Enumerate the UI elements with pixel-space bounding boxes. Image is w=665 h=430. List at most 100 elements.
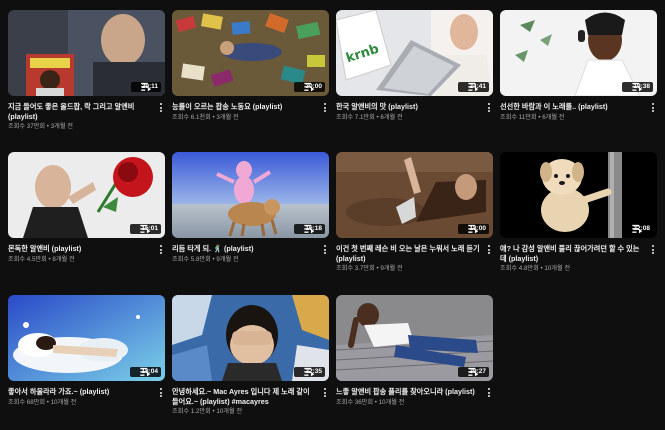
playlist-icon: [461, 82, 479, 92]
view-count: 조회수 11만회: [500, 113, 537, 121]
video-stats: 조회수 5.8만회 • 9개월 전: [172, 255, 239, 263]
video-thumbnail[interactable]: 29:11: [8, 10, 165, 96]
view-count: 조회수 4.8만회: [500, 265, 539, 272]
video-thumbnail[interactable]: krnb 24:41: [336, 10, 493, 96]
more-options-icon[interactable]: [321, 387, 329, 400]
video-card[interactable]: 29:27 느좋 알앤비 팝송 플리를 찾아오니라 (playlist) 조회수…: [336, 295, 493, 407]
video-stats: 조회수 1.2만회 • 10개월 전: [172, 408, 243, 415]
video-title[interactable]: 느좋 알앤비 팝송 플리를 찾아오니라 (playlist): [336, 387, 481, 397]
playlist-icon: [461, 224, 479, 234]
video-card[interactable]: 18:04 좋아서 하울라라 가죠.~ (playlist) 조회수 68만회 …: [8, 295, 165, 407]
view-count: 조회수 5.8만회: [172, 255, 211, 263]
video-thumbnail[interactable]: 22:08: [500, 152, 657, 238]
video-title[interactable]: 능률이 오르는 팝송 노동요 (playlist): [172, 102, 317, 112]
view-count: 조회수 4.5만회: [8, 255, 47, 263]
playlist-icon: [625, 224, 643, 234]
more-options-icon[interactable]: [321, 102, 329, 115]
video-card[interactable]: 30:00 능률이 오르는 팝송 노동요 (playlist) 조회수 6.1천…: [172, 10, 329, 122]
more-options-icon[interactable]: [485, 387, 493, 400]
video-title[interactable]: 리듬 타게 되. 🕺 (playlist): [172, 244, 317, 254]
duration-badge: 16:18: [294, 224, 325, 234]
video-card[interactable]: krnb 24:41 한국 알앤비의 맛 (playlist) 조회수 7.1만…: [336, 10, 493, 122]
view-count: 조회수 68만회: [8, 398, 46, 406]
video-stats: 조회수 68만회 • 10개월 전: [8, 398, 77, 406]
duration-badge: 19:38: [622, 82, 653, 92]
duration-badge: 18:00: [458, 224, 489, 234]
video-stats: 조회수 37만회 • 3개월 전: [8, 123, 73, 130]
video-thumbnail[interactable]: 16:18: [172, 152, 329, 238]
upload-age: 3개월 전: [216, 113, 239, 121]
video-stats: 조회수 11만회 • 6개월 전: [500, 113, 565, 121]
video-card[interactable]: 15:01 몬독한 알앤비 (playlist) 조회수 4.5만회 • 8개월…: [8, 152, 165, 264]
video-stats: 조회수 4.8만회 • 10개월 전: [500, 265, 571, 272]
video-card[interactable]: 16:18 리듬 타게 되. 🕺 (playlist) 조회수 5.8만회 • …: [172, 152, 329, 264]
more-options-icon[interactable]: [157, 102, 165, 115]
video-card[interactable]: 29:11 지금 들어도 좋은 올드팝, 락 그리고 알앤비 (playlist…: [8, 10, 165, 131]
duration-badge: 24:41: [458, 82, 489, 92]
duration-badge: 22:35: [294, 367, 325, 377]
more-options-icon[interactable]: [649, 102, 657, 115]
duration-badge: 30:00: [294, 82, 325, 92]
playlist-icon: [133, 224, 151, 234]
more-options-icon[interactable]: [485, 102, 493, 115]
view-count: 조회수 3.7만회: [336, 265, 375, 272]
playlist-icon: [133, 367, 151, 377]
playlist-icon: [625, 82, 643, 92]
video-card[interactable]: 22:08 애? 나 감성 알앤비 풀리 끊어가려던 할 수 있는데 (play…: [500, 152, 657, 273]
video-card[interactable]: 18:00 이건 첫 번째 레슨 비 오는 날은 누워서 노래 듣기 (play…: [336, 152, 493, 273]
video-title[interactable]: 안녕하세요.~ Mac Ayres 입니다 제 노래 같이 들어요.~ (pla…: [172, 387, 317, 406]
video-stats: 조회수 7.1만회 • 6개월 전: [336, 113, 403, 121]
video-title[interactable]: 한국 알앤비의 맛 (playlist): [336, 102, 481, 112]
video-thumbnail[interactable]: 30:00: [172, 10, 329, 96]
upload-age: 10개월 전: [378, 398, 405, 406]
video-thumbnail[interactable]: 22:35: [172, 295, 329, 381]
view-count: 조회수 6.1천회: [172, 113, 211, 121]
video-stats: 조회수 36만회 • 10개월 전: [336, 398, 405, 406]
more-options-icon[interactable]: [157, 244, 165, 257]
duration-badge: 29:11: [130, 82, 161, 92]
view-count: 조회수 1.2만회: [172, 408, 211, 415]
video-grid: 29:11 지금 들어도 좋은 올드팝, 락 그리고 알앤비 (playlist…: [0, 0, 665, 430]
upload-age: 10개월 전: [50, 398, 77, 406]
video-thumbnail[interactable]: 19:38: [500, 10, 657, 96]
upload-age: 10개월 전: [544, 265, 571, 272]
duration-badge: 29:27: [458, 367, 489, 377]
playlist-icon: [297, 224, 315, 234]
more-options-icon[interactable]: [485, 244, 493, 257]
video-thumbnail[interactable]: 15:01: [8, 152, 165, 238]
video-card[interactable]: 19:38 선선한 바람과 이 노래를.. (playlist) 조회수 11만…: [500, 10, 657, 122]
playlist-icon: [461, 367, 479, 377]
video-thumbnail[interactable]: 29:27: [336, 295, 493, 381]
video-stats: 조회수 6.1천회 • 3개월 전: [172, 113, 239, 121]
duration-badge: 22:08: [622, 224, 653, 234]
view-count: 조회수 7.1만회: [336, 113, 375, 121]
upload-age: 9개월 전: [216, 255, 239, 263]
upload-age: 8개월 전: [52, 255, 75, 263]
playlist-icon: [297, 367, 315, 377]
upload-age: 9개월 전: [380, 265, 403, 272]
video-thumbnail[interactable]: 18:00: [336, 152, 493, 238]
more-options-icon[interactable]: [321, 244, 329, 257]
view-count: 조회수 37만회: [8, 123, 46, 130]
video-title[interactable]: 이건 첫 번째 레슨 비 오는 날은 누워서 노래 듣기 (playlist): [336, 244, 481, 263]
video-card[interactable]: 22:35 안녕하세요.~ Mac Ayres 입니다 제 노래 같이 들어요.…: [172, 295, 329, 416]
upload-age: 10개월 전: [216, 408, 243, 415]
video-stats: 조회수 3.7만회 • 9개월 전: [336, 265, 403, 272]
view-count: 조회수 36만회: [336, 398, 374, 406]
video-stats: 조회수 4.5만회 • 8개월 전: [8, 255, 75, 263]
more-options-icon[interactable]: [157, 387, 165, 400]
duration-badge: 15:01: [130, 224, 161, 234]
upload-age: 3개월 전: [50, 123, 73, 130]
video-title[interactable]: 몬독한 알앤비 (playlist): [8, 244, 153, 254]
video-title[interactable]: 좋아서 하울라라 가죠.~ (playlist): [8, 387, 153, 397]
more-options-icon[interactable]: [649, 244, 657, 257]
playlist-icon: [297, 82, 315, 92]
duration-badge: 18:04: [130, 367, 161, 377]
playlist-icon: [134, 82, 151, 92]
upload-age: 6개월 전: [380, 113, 403, 121]
video-title[interactable]: 지금 들어도 좋은 올드팝, 락 그리고 알앤비 (playlist): [8, 102, 153, 121]
upload-age: 6개월 전: [542, 113, 565, 121]
video-title[interactable]: 선선한 바람과 이 노래를.. (playlist): [500, 102, 645, 112]
video-title[interactable]: 애? 나 감성 알앤비 풀리 끊어가려던 할 수 있는데 (playlist): [500, 244, 645, 263]
video-thumbnail[interactable]: 18:04: [8, 295, 165, 381]
